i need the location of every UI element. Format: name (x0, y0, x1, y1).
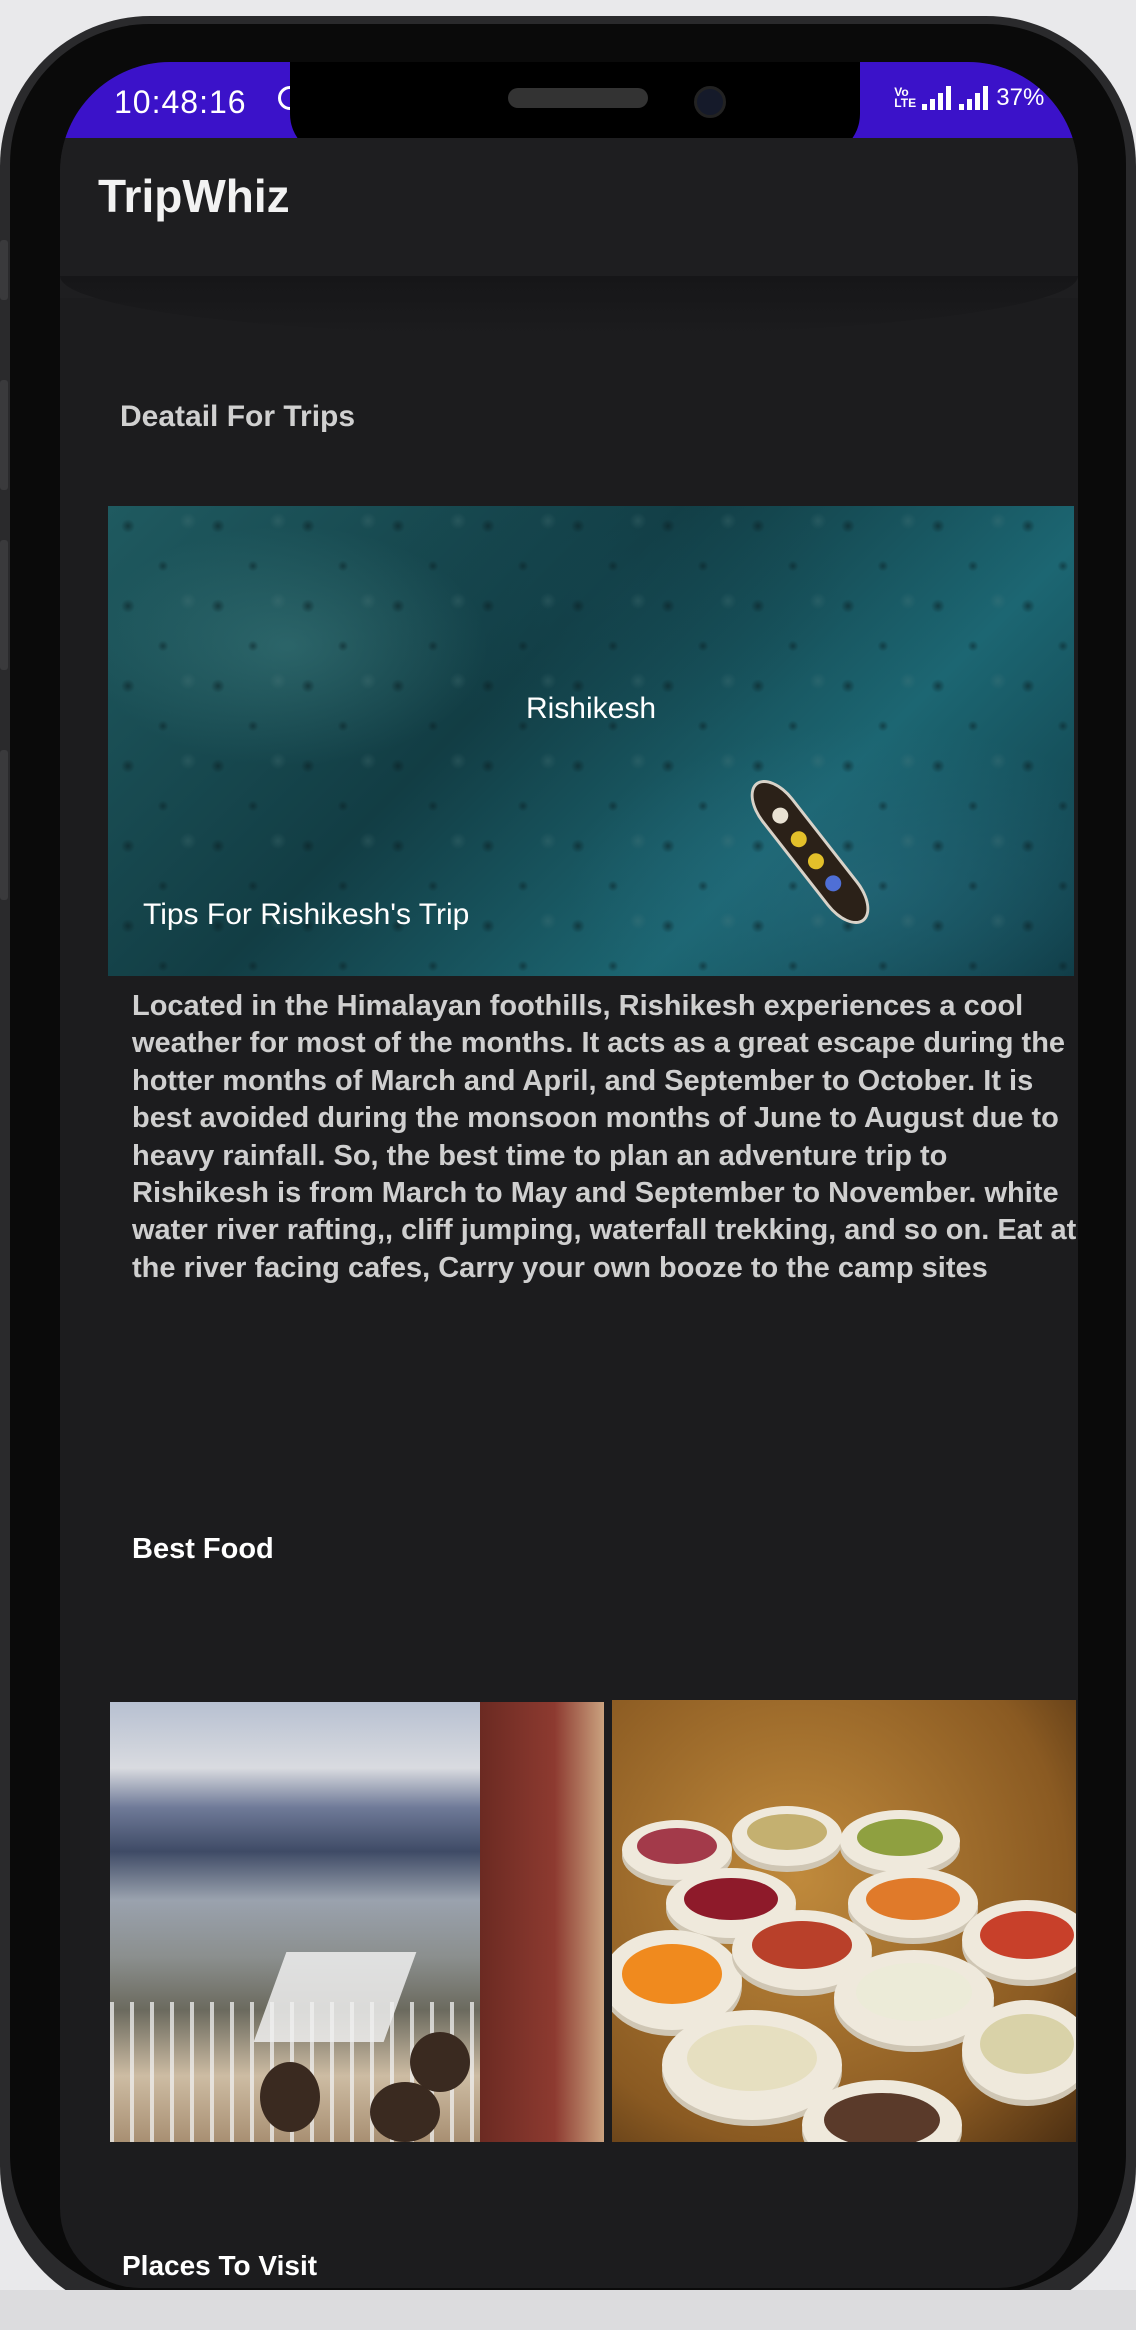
chair (370, 2082, 440, 2142)
best-food-title: Best Food (132, 1533, 274, 1565)
speaker-grille (508, 88, 648, 108)
volume-down-button (0, 540, 8, 670)
bottom-bezel (0, 2290, 1136, 2330)
app-title: TripWhiz (98, 170, 290, 222)
volume-up-button (0, 380, 8, 490)
power-button (0, 750, 8, 900)
bowl (848, 1868, 978, 1938)
building-wall (480, 1702, 604, 2142)
bowl (732, 1806, 842, 1866)
chair (410, 2032, 470, 2092)
bowl (840, 1810, 960, 1872)
rishikesh-hero-image[interactable]: Rishikesh Tips For Rishikesh's Trip (108, 506, 1074, 976)
chair (260, 2062, 320, 2132)
detail-section-title: Deatail For Trips (120, 400, 356, 433)
food-image-restaurant[interactable] (110, 1702, 604, 2142)
battery-level: 37% (996, 84, 1045, 111)
bowl (962, 2000, 1076, 2100)
front-camera (694, 86, 726, 118)
status-time: 10:48:16 (114, 84, 247, 120)
places-to-visit-title: Places To Visit (122, 2250, 318, 2281)
signal-icon-1 (922, 86, 952, 110)
bowl (962, 1900, 1076, 1980)
side-button (0, 240, 8, 300)
food-image-bowls[interactable] (612, 1700, 1076, 2142)
signal-icon-2 (959, 86, 989, 110)
charging-icon: ϟ (1052, 85, 1064, 110)
phone-screen: 10:48:16 Vo LTE 37% ϟ TripWhiz Deatail F… (60, 62, 1078, 2288)
hero-tips-label: Tips For Rishikesh's Trip (143, 898, 470, 931)
hero-place-name: Rishikesh (525, 692, 657, 725)
trip-description: Located in the Himalayan foothills, Rish… (132, 990, 1077, 1284)
volte-icon: Vo LTE (894, 85, 917, 110)
status-icons: Vo LTE 37% ϟ (894, 84, 1064, 112)
app-bar-shadow (60, 276, 1078, 336)
